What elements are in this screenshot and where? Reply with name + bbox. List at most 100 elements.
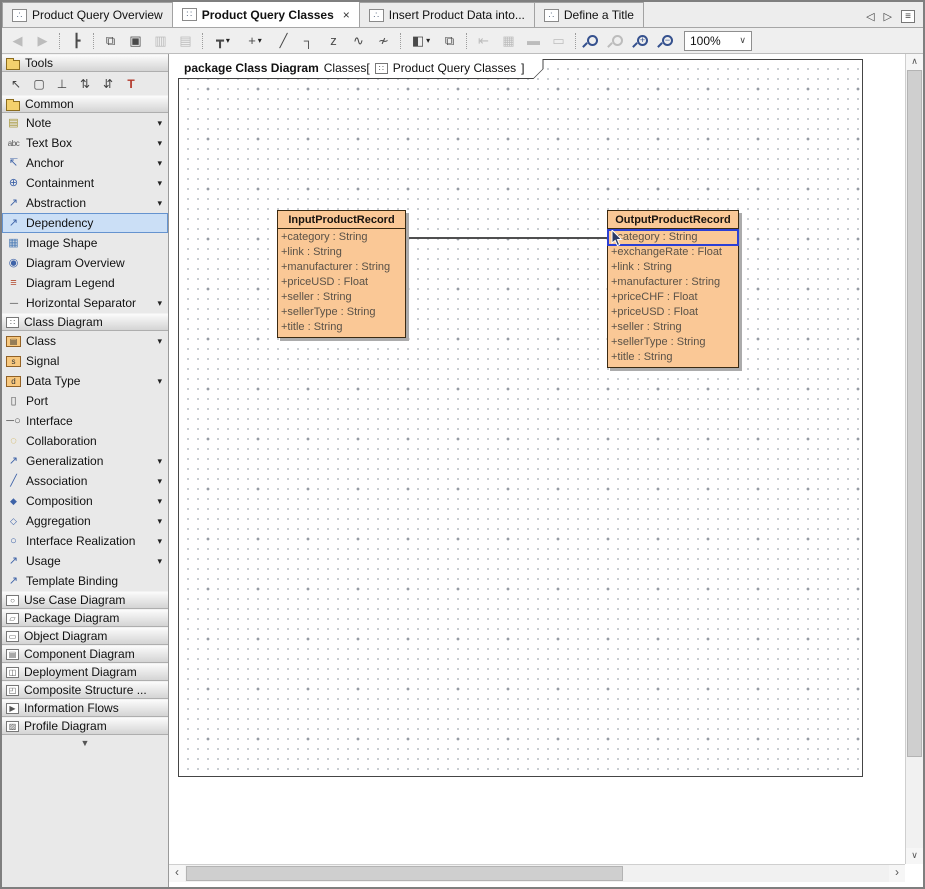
path-oblique-button[interactable]: z ▾ [321,30,346,52]
class-attribute[interactable]: +title : String [278,320,405,335]
toolbar-button[interactable]: ▾ [89,30,98,52]
dropdown-caret-icon[interactable]: ▾ [157,556,162,567]
palette-item[interactable]: ↸ Anchor ▾ [2,153,168,173]
palette-item[interactable]: s Signal ▾ [2,351,168,371]
palette-section-header[interactable]: ▨ Profile Diagram [2,717,168,735]
diagram-frame[interactable]: package Class Diagram Classes[ ∷ Product… [178,59,863,777]
layout-button[interactable]: ┳ ▾ [207,30,239,52]
dropdown-caret-icon[interactable]: ▾ [157,536,162,547]
delete-button[interactable]: ▥ ▾ [148,30,173,52]
class-name[interactable]: InputProductRecord [278,211,405,229]
select-in-containment-tree-button[interactable]: ┣ ▾ [64,30,89,52]
palette-item[interactable]: ╱ Association ▾ [2,471,168,491]
fit-in-window-button[interactable]: ▬ ▾ [521,30,546,52]
dropdown-caret-icon[interactable]: ▾ [157,476,162,487]
zoom-fit-button[interactable]: ▾ [605,30,630,52]
class-attribute[interactable]: +manufacturer : String [278,260,405,275]
class-attribute[interactable]: +seller : String [278,290,405,305]
close-tab-button[interactable]: × [343,8,350,22]
scroll-right-button[interactable]: › [889,865,905,882]
class-attribute[interactable]: +priceCHF : Float [608,290,738,305]
class-attribute[interactable]: +link : String [278,245,405,260]
paste-button[interactable]: ▣ ▾ [123,30,148,52]
class-attribute[interactable]: +exchangeRate : Float [608,245,738,260]
class-attribute[interactable]: +sellerType : String [608,335,738,350]
palette-item[interactable]: ↗ Abstraction ▾ [2,193,168,213]
zoom-in-button[interactable]: + ▾ [630,30,655,52]
palette-section-tools[interactable]: Tools [2,54,168,72]
vertical-scrollbar[interactable]: ∧ ∨ [905,54,923,864]
scroll-left-button[interactable]: ‹ [169,865,185,882]
class-attribute[interactable]: +sellerType : String [278,305,405,320]
palette-item[interactable]: ▤ Note ▾ [2,113,168,133]
palette-section-common[interactable]: Common [2,95,168,113]
distribute-vertically-button[interactable]: ⇅ [78,77,92,91]
quick-layout-button[interactable]: + ▾ [239,30,271,52]
class-attribute[interactable]: +seller : String [608,320,738,335]
dropdown-caret-icon[interactable]: ▾ [157,376,162,387]
diagram-tab[interactable]: ∴ Define a Title [534,2,644,27]
zoom-out-button[interactable]: − ▾ [655,30,680,52]
path-custom-button[interactable]: ≁ ▾ [371,30,396,52]
palette-item[interactable]: ---- Horizontal Separator ▾ [2,293,168,313]
class-outputproductrecord[interactable]: OutputProductRecord +category : String +… [607,210,739,368]
dropdown-caret-icon[interactable]: ▾ [157,298,162,309]
delete-from-diagram-button[interactable]: ▤ ▾ [173,30,198,52]
tab-list-button[interactable]: ≡ [901,10,915,23]
palette-item[interactable]: ─○ Interface ▾ [2,411,168,431]
palette-section-header[interactable]: ▤ Component Diagram [2,645,168,663]
palette-section-header[interactable]: ▱ Package Diagram [2,609,168,627]
palette-item[interactable]: ↗ Generalization ▾ [2,451,168,471]
distribute-horizontally-button[interactable]: ⇵ [101,77,115,91]
class-attribute[interactable]: +priceUSD : Float [608,305,738,320]
toolbar-button[interactable]: ▾ [571,30,580,52]
class-attribute[interactable]: +category : String [278,230,405,245]
class-inputproductrecord[interactable]: InputProductRecord +category : String +l… [277,210,406,338]
toolbar-button[interactable]: ▾ [462,30,471,52]
dropdown-caret-icon[interactable]: ▾ [226,36,230,45]
dropdown-caret-icon[interactable]: ▾ [426,36,430,45]
dropdown-caret-icon[interactable]: ▾ [157,456,162,467]
maximize-view-button[interactable]: ▭ ▾ [546,30,571,52]
class-attribute[interactable]: +link : String [608,260,738,275]
dropdown-caret-icon[interactable]: ▾ [157,118,162,129]
resize-to-contents-button[interactable]: ⇤ ▾ [471,30,496,52]
pointer-tool-button[interactable]: ↖ [9,77,23,91]
path-rectilinear-button[interactable]: ┐ ▾ [296,30,321,52]
palette-item[interactable]: ◆ Composition ▾ [2,491,168,511]
scroll-up-button[interactable]: ∧ [906,54,923,70]
palette-item[interactable]: ▤ Class ▾ [2,331,168,351]
dependency-link[interactable] [406,237,607,239]
toolbar-button[interactable]: ▾ [198,30,207,52]
palette-item[interactable]: ○ Interface Realization ▾ [2,531,168,551]
zoom-region-button[interactable]: ▾ [580,30,605,52]
diagram-tab[interactable]: ∴ Insert Product Data into... [359,2,535,27]
palette-item[interactable]: ↗ Template Binding ▾ [2,571,168,591]
diagram-tab[interactable]: ∷ Product Query Classes × [172,1,360,27]
path-curved-button[interactable]: ∿ ▾ [346,30,371,52]
palette-item[interactable]: ▯ Port ▾ [2,391,168,411]
appearance-button[interactable]: ◧ ▾ [405,30,437,52]
dropdown-caret-icon[interactable]: ▾ [157,516,162,527]
forward-button[interactable]: ▶ ▾ [30,30,55,52]
dropdown-caret-icon[interactable]: ▾ [157,198,162,209]
stamp-mode-button[interactable]: ⊥ [55,77,69,91]
diagram-frame-header[interactable]: package Class Diagram Classes[ ∷ Product… [178,59,544,79]
palette-item[interactable]: ▦ Image Shape ▾ [2,233,168,253]
class-attribute[interactable]: +manufacturer : String [608,275,738,290]
toolbar-button[interactable]: ▾ [55,30,64,52]
palette-item[interactable]: ◌ Collaboration ▾ [2,431,168,451]
horizontal-scrollbar[interactable]: ‹ › [169,864,905,882]
palette-item[interactable]: ⊕ Containment ▾ [2,173,168,193]
zoom-level-combobox[interactable]: 100% ∨ [684,31,752,51]
palette-section-header[interactable]: ◰ Composite Structure ... [2,681,168,699]
dropdown-caret-icon[interactable]: ▾ [157,138,162,149]
copy-button[interactable]: ⧉ ▾ [98,30,123,52]
palette-item[interactable]: ≡ Diagram Legend ▾ [2,273,168,293]
scroll-tabs-right-button[interactable]: ▷ [884,10,892,23]
dropdown-caret-icon[interactable]: ▾ [157,496,162,507]
path-straight-button[interactable]: ╱ ▾ [271,30,296,52]
palette-item[interactable]: ↗ Dependency ▾ [2,213,168,233]
text-mode-button[interactable]: T [124,77,138,91]
palette-section-header[interactable]: ◫ Deployment Diagram [2,663,168,681]
